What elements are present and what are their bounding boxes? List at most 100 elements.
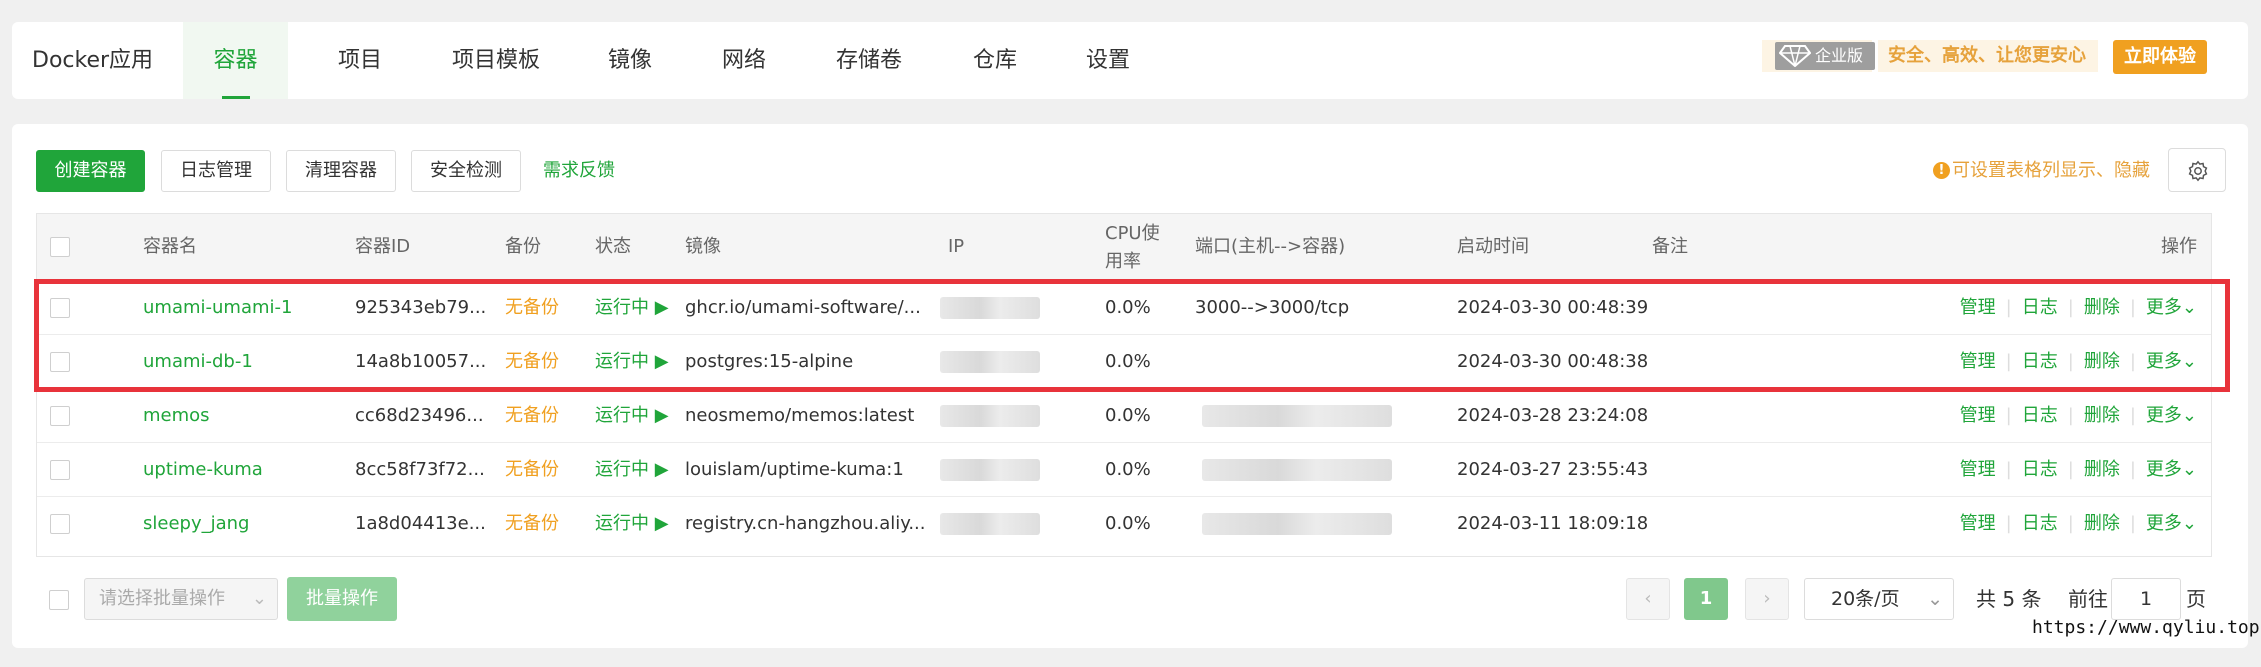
feedback-link[interactable]: 需求反馈 xyxy=(543,150,615,192)
delete-link[interactable]: 删除 xyxy=(2084,351,2120,372)
start-time: 2024-03-30 00:48:39 xyxy=(1457,297,1649,318)
header-container-id[interactable]: 容器ID xyxy=(355,214,410,280)
security-check-button[interactable]: 安全检测 xyxy=(411,150,521,192)
header-cpu-line1: CPU使 xyxy=(1105,223,1160,244)
delete-link[interactable]: 删除 xyxy=(2084,405,2120,426)
nav-tab-images[interactable]: 镜像 xyxy=(608,22,652,99)
row-checkbox[interactable] xyxy=(50,352,70,372)
more-link[interactable]: 更多 xyxy=(2146,351,2182,372)
more-link[interactable]: 更多 xyxy=(2146,405,2182,426)
start-time: 2024-03-27 23:55:43 xyxy=(1457,459,1649,480)
start-time: 2024-03-11 18:09:18 xyxy=(1457,513,1649,534)
manage-link[interactable]: 管理 xyxy=(1960,459,1996,480)
gear-icon xyxy=(2188,160,2208,182)
batch-operation-select[interactable]: 请选择批量操作 ⌄ xyxy=(84,578,278,620)
log-link[interactable]: 日志 xyxy=(2022,513,2058,534)
table-row: sleepy_jang 1a8d04413e... 无备份 运行中 ▶ regi… xyxy=(37,496,2211,551)
container-name-link[interactable]: umami-umami-1 xyxy=(143,281,292,335)
nav-tab-containers[interactable]: 容器 xyxy=(183,22,288,99)
run-status[interactable]: 运行中 ▶ xyxy=(595,443,669,497)
run-status[interactable]: 运行中 ▶ xyxy=(595,497,669,551)
header-operations: 操作 xyxy=(2161,236,2197,257)
delete-link[interactable]: 删除 xyxy=(2084,297,2120,318)
image-name: neosmemo/memos:latest xyxy=(685,405,915,426)
more-link[interactable]: 更多 xyxy=(2146,459,2182,480)
header-container-name[interactable]: 容器名 xyxy=(143,214,197,280)
header-start-time[interactable]: 启动时间 xyxy=(1457,214,1529,280)
more-link[interactable]: 更多 xyxy=(2146,513,2182,534)
enterprise-badge-label: 企业版 xyxy=(1815,46,1864,65)
ip-redacted xyxy=(940,351,1040,373)
nav-tab-projects[interactable]: 项目 xyxy=(338,22,382,99)
nav-tab-settings[interactable]: 设置 xyxy=(1086,22,1130,99)
manage-link[interactable]: 管理 xyxy=(1960,513,1996,534)
column-settings-tip: ! 可设置表格列显示、隐藏 xyxy=(1933,150,2150,192)
table-row: umami-db-1 14a8b10057... 无备份 运行中 ▶ postg… xyxy=(37,334,2211,389)
goto-page-input[interactable]: 1 xyxy=(2111,578,2181,620)
header-ip[interactable]: IP xyxy=(948,214,964,280)
page-1-button[interactable]: 1 xyxy=(1684,578,1728,620)
container-table: 容器名 容器ID 备份 状态 镜像 IP CPU使 用率 端口(主机-->容器)… xyxy=(36,213,2212,557)
more-link[interactable]: 更多 xyxy=(2146,297,2182,318)
create-container-button[interactable]: 创建容器 xyxy=(36,150,145,192)
chevron-down-icon: ⌄ xyxy=(251,588,267,609)
next-page-button[interactable]: › xyxy=(1745,578,1789,620)
row-checkbox[interactable] xyxy=(50,298,70,318)
row-checkbox[interactable] xyxy=(50,460,70,480)
header-backup[interactable]: 备份 xyxy=(505,214,541,280)
container-id: 925343eb79... xyxy=(355,297,487,318)
log-link[interactable]: 日志 xyxy=(2022,405,2058,426)
delete-link[interactable]: 删除 xyxy=(2084,459,2120,480)
backup-status[interactable]: 无备份 xyxy=(505,497,559,551)
select-all-checkbox[interactable] xyxy=(50,237,70,257)
page-size-value: 20条/页 xyxy=(1831,588,1900,610)
nav-tab-project-templates[interactable]: 项目模板 xyxy=(452,22,540,99)
header-image[interactable]: 镜像 xyxy=(685,214,721,280)
row-operations: 管理 | 日志 | 删除 | 更多⌄ xyxy=(1959,297,2197,318)
image-name: ghcr.io/umami-software/... xyxy=(685,297,921,318)
manage-link[interactable]: 管理 xyxy=(1960,405,1996,426)
manage-link[interactable]: 管理 xyxy=(1960,351,1996,372)
table-row: uptime-kuma 8cc58f73f72... 无备份 运行中 ▶ lou… xyxy=(37,442,2211,497)
backup-status[interactable]: 无备份 xyxy=(505,443,559,497)
container-name-link[interactable]: memos xyxy=(143,389,210,443)
log-link[interactable]: 日志 xyxy=(2022,459,2058,480)
nav-tab-volumes[interactable]: 存储卷 xyxy=(836,22,902,99)
batch-operation-placeholder: 请选择批量操作 xyxy=(99,588,225,609)
container-name-link[interactable]: umami-db-1 xyxy=(143,335,253,389)
manage-link[interactable]: 管理 xyxy=(1960,297,1996,318)
row-checkbox[interactable] xyxy=(50,514,70,534)
backup-status[interactable]: 无备份 xyxy=(505,281,559,335)
container-name-link[interactable]: sleepy_jang xyxy=(143,497,249,551)
nav-tab-networks[interactable]: 网络 xyxy=(722,22,766,99)
nav-tab-registry[interactable]: 仓库 xyxy=(973,22,1017,99)
batch-operation-button[interactable]: 批量操作 xyxy=(287,577,397,621)
log-link[interactable]: 日志 xyxy=(2022,351,2058,372)
delete-link[interactable]: 删除 xyxy=(2084,513,2120,534)
header-cpu[interactable]: CPU使 用率 xyxy=(1105,220,1160,276)
row-checkbox[interactable] xyxy=(50,406,70,426)
log-link[interactable]: 日志 xyxy=(2022,297,2058,318)
footer-select-all-checkbox[interactable] xyxy=(49,590,69,610)
header-status[interactable]: 状态 xyxy=(595,214,631,280)
prev-page-button[interactable]: ‹ xyxy=(1626,578,1670,620)
table-header: 容器名 容器ID 备份 状态 镜像 IP CPU使 用率 端口(主机-->容器)… xyxy=(37,214,2211,280)
backup-status[interactable]: 无备份 xyxy=(505,335,559,389)
page-unit-label: 页 xyxy=(2186,587,2206,611)
row-operations: 管理 | 日志 | 删除 | 更多⌄ xyxy=(1959,351,2197,372)
backup-status[interactable]: 无备份 xyxy=(505,389,559,443)
page-size-select[interactable]: 20条/页 ⌄ xyxy=(1804,578,1954,620)
run-status[interactable]: 运行中 ▶ xyxy=(595,281,669,335)
clean-containers-button[interactable]: 清理容器 xyxy=(286,150,396,192)
row-operations: 管理 | 日志 | 删除 | 更多⌄ xyxy=(1959,405,2197,426)
nav-brand[interactable]: Docker应用 xyxy=(32,22,153,99)
run-status[interactable]: 运行中 ▶ xyxy=(595,335,669,389)
header-note[interactable]: 备注 xyxy=(1652,214,1688,280)
column-settings-button[interactable] xyxy=(2168,148,2226,192)
try-now-button[interactable]: 立即体验 xyxy=(2113,40,2207,74)
run-status[interactable]: 运行中 ▶ xyxy=(595,389,669,443)
log-management-button[interactable]: 日志管理 xyxy=(161,150,271,192)
container-name-link[interactable]: uptime-kuma xyxy=(143,443,263,497)
header-ports[interactable]: 端口(主机-->容器) xyxy=(1195,214,1345,280)
enterprise-badge: 企业版 xyxy=(1775,42,1875,70)
